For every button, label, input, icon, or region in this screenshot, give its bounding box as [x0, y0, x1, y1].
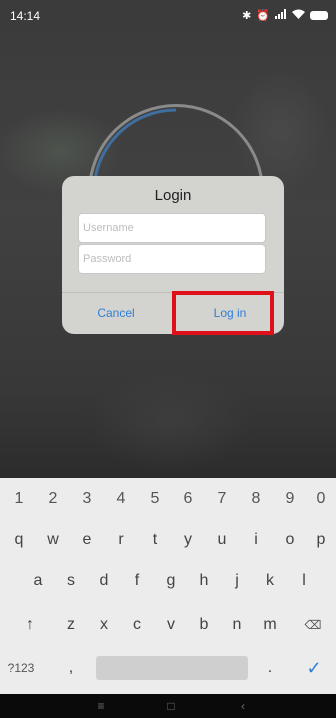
status-icons: ✱ ⏰ — [242, 9, 328, 22]
key-e[interactable]: e — [72, 522, 102, 558]
key-q[interactable]: q — [4, 522, 34, 558]
key-s[interactable]: s — [56, 563, 86, 599]
key-r[interactable]: r — [106, 522, 136, 558]
key-9[interactable]: 9 — [275, 481, 305, 517]
keyboard-row-bottom: ↑ z x c v b n m ⌫ — [0, 607, 336, 643]
key-2[interactable]: 2 — [38, 481, 68, 517]
key-1[interactable]: 1 — [4, 481, 34, 517]
key-c[interactable]: c — [122, 607, 152, 643]
key-j[interactable]: j — [222, 563, 252, 599]
key-3[interactable]: 3 — [72, 481, 102, 517]
period-key[interactable]: . — [255, 650, 285, 686]
key-4[interactable]: 4 — [106, 481, 136, 517]
key-w[interactable]: w — [38, 522, 68, 558]
keyboard-row-top: q w e r t y u i o p — [0, 522, 336, 558]
key-f[interactable]: f — [122, 563, 152, 599]
login-dialog: Login Cancel Log in — [62, 176, 284, 334]
home-nav-button[interactable]: □ — [156, 694, 186, 718]
status-bar: 14:14 ✱ ⏰ — [0, 0, 336, 31]
key-p[interactable]: p — [306, 522, 336, 558]
wifi-icon — [292, 9, 305, 22]
key-y[interactable]: y — [173, 522, 203, 558]
alarm-icon: ⏰ — [256, 10, 270, 22]
key-b[interactable]: b — [189, 607, 219, 643]
menu-nav-button[interactable]: ≡ — [86, 694, 116, 718]
key-i[interactable]: i — [241, 522, 271, 558]
symbols-key[interactable]: ?123 — [6, 650, 36, 686]
password-field[interactable] — [78, 244, 266, 274]
cancel-button[interactable]: Cancel — [62, 293, 170, 334]
key-x[interactable]: x — [89, 607, 119, 643]
shift-key[interactable]: ↑ — [15, 607, 45, 643]
keyboard-row-numbers: 1 2 3 4 5 6 7 8 9 0 — [0, 481, 336, 517]
back-nav-button[interactable]: ‹ — [228, 694, 258, 718]
key-u[interactable]: u — [207, 522, 237, 558]
username-field[interactable] — [78, 213, 266, 243]
keyboard-row-function: ?123 , . ✓ — [0, 650, 336, 686]
login-button[interactable]: Log in — [176, 293, 284, 334]
key-6[interactable]: 6 — [173, 481, 203, 517]
comma-key[interactable]: , — [56, 650, 86, 686]
key-h[interactable]: h — [189, 563, 219, 599]
keyboard-row-middle: a s d f g h j k l — [0, 563, 336, 599]
key-0[interactable]: 0 — [306, 481, 336, 517]
key-d[interactable]: d — [89, 563, 119, 599]
enter-key[interactable]: ✓ — [299, 650, 329, 686]
key-5[interactable]: 5 — [140, 481, 170, 517]
key-8[interactable]: 8 — [241, 481, 271, 517]
key-z[interactable]: z — [56, 607, 86, 643]
key-n[interactable]: n — [222, 607, 252, 643]
signal-icon — [275, 9, 287, 22]
key-a[interactable]: a — [23, 563, 53, 599]
space-key[interactable] — [96, 656, 248, 680]
navigation-bar: ≡ □ ‹ — [0, 694, 336, 718]
key-7[interactable]: 7 — [207, 481, 237, 517]
key-l[interactable]: l — [289, 563, 319, 599]
on-screen-keyboard: 1 2 3 4 5 6 7 8 9 0 q w e r t y u i o p … — [0, 478, 336, 694]
key-m[interactable]: m — [255, 607, 285, 643]
dialog-title: Login — [154, 187, 192, 204]
key-g[interactable]: g — [156, 563, 186, 599]
battery-icon — [310, 11, 328, 20]
key-o[interactable]: o — [275, 522, 305, 558]
backspace-key[interactable]: ⌫ — [298, 607, 328, 643]
key-k[interactable]: k — [255, 563, 285, 599]
key-t[interactable]: t — [140, 522, 170, 558]
key-v[interactable]: v — [156, 607, 186, 643]
status-time: 14:14 — [10, 8, 41, 23]
bluetooth-icon: ✱ — [242, 10, 252, 22]
